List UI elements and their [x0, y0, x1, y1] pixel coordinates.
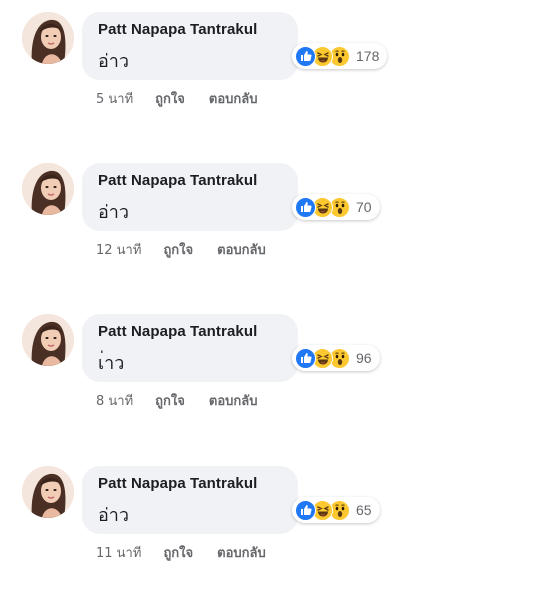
timestamp-link[interactable]: 12 นาที: [96, 239, 141, 260]
comment-author[interactable]: Patt Napapa Tantrakul: [98, 323, 257, 340]
comment-bubble: Patt Napapa Tantrakul อ่าว: [82, 466, 298, 534]
comment-bubble: Patt Napapa Tantrakul เ่าว: [82, 314, 298, 382]
comment-bubble: Patt Napapa Tantrakul อ่าว: [82, 163, 298, 231]
comment-actions: 11 นาที ถูกใจ ตอบกลับ: [96, 542, 266, 563]
avatar[interactable]: [22, 466, 74, 518]
comment-text: เ่าว: [98, 353, 125, 374]
reactions-summary[interactable]: 70: [292, 194, 380, 220]
comment-author[interactable]: Patt Napapa Tantrakul: [98, 172, 257, 189]
like-icon: [295, 347, 316, 369]
avatar[interactable]: [22, 12, 74, 64]
timestamp-link[interactable]: 5 นาที: [96, 88, 133, 109]
reactions-summary[interactable]: 96: [292, 345, 380, 371]
like-button[interactable]: ถูกใจ: [155, 88, 185, 109]
reply-button[interactable]: ตอบกลับ: [209, 390, 258, 411]
like-button[interactable]: ถูกใจ: [163, 239, 193, 260]
comment-item: Patt Napapa Tantrakul อ่าว 65 11 นาที ถู…: [0, 466, 551, 596]
timestamp-link[interactable]: 8 นาที: [96, 390, 133, 411]
reaction-count: 96: [356, 350, 372, 366]
comment-bubble: Patt Napapa Tantrakul อ่าว: [82, 12, 298, 80]
like-icon: [295, 196, 316, 218]
comment-text: อ่าว: [98, 202, 130, 223]
reactions-summary[interactable]: 178: [292, 43, 388, 69]
profile-photo: [22, 163, 74, 215]
like-icon: [295, 45, 316, 67]
comment-actions: 5 นาที ถูกใจ ตอบกลับ: [96, 88, 257, 109]
reaction-count: 65: [356, 502, 372, 518]
comment-item: Patt Napapa Tantrakul เ่าว 96 8 นาที ถูก…: [0, 314, 551, 444]
comment-text: อ่าว: [98, 505, 130, 526]
avatar[interactable]: [22, 314, 74, 366]
reaction-count: 178: [356, 48, 380, 64]
like-icon: [295, 499, 316, 521]
reply-button[interactable]: ตอบกลับ: [217, 542, 266, 563]
comment-item: Patt Napapa Tantrakul อ่าว 70 12 นาที ถู…: [0, 163, 551, 293]
comment-item: Patt Napapa Tantrakul อ่าว 178 5 นาที ถู…: [0, 12, 551, 142]
comment-actions: 8 นาที ถูกใจ ตอบกลับ: [96, 390, 257, 411]
profile-photo: [22, 12, 74, 64]
comment-author[interactable]: Patt Napapa Tantrakul: [98, 475, 257, 492]
reaction-count: 70: [356, 199, 372, 215]
like-button[interactable]: ถูกใจ: [163, 542, 193, 563]
comment-actions: 12 นาที ถูกใจ ตอบกลับ: [96, 239, 266, 260]
profile-photo: [22, 314, 74, 366]
reactions-summary[interactable]: 65: [292, 497, 380, 523]
timestamp-link[interactable]: 11 นาที: [96, 542, 141, 563]
comment-author[interactable]: Patt Napapa Tantrakul: [98, 21, 257, 38]
profile-photo: [22, 466, 74, 518]
reply-button[interactable]: ตอบกลับ: [217, 239, 266, 260]
reply-button[interactable]: ตอบกลับ: [209, 88, 258, 109]
like-button[interactable]: ถูกใจ: [155, 390, 185, 411]
comment-text: อ่าว: [98, 51, 130, 72]
avatar[interactable]: [22, 163, 74, 215]
